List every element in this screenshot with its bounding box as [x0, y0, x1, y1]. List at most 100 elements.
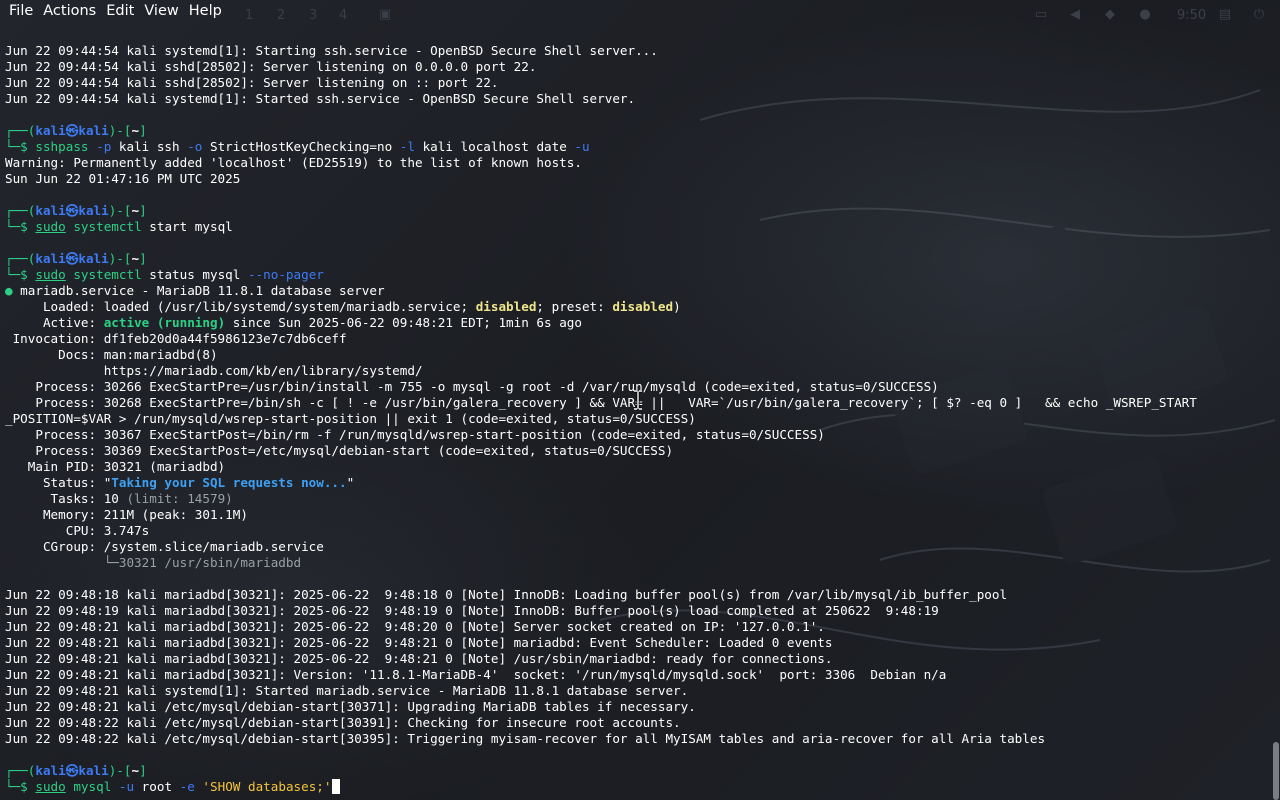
- terminal-text: ┌──(: [5, 123, 36, 138]
- menu-help[interactable]: Help: [184, 0, 227, 22]
- terminal-text: ": [346, 475, 355, 490]
- terminal-text: disabled: [612, 299, 674, 314]
- terminal-text: Jun 22 09:44:54 kali systemd[1]: Started…: [5, 91, 636, 106]
- terminal-output[interactable]: Jun 22 09:44:54 kali systemd[1]: Startin…: [5, 43, 1280, 800]
- workspace-3[interactable]: 3: [309, 8, 317, 23]
- terminal-text: Memory: 211M (peak: 301.1M): [5, 507, 248, 522]
- terminal-text: -p: [88, 139, 112, 154]
- terminal-task-icon[interactable]: ▣: [378, 8, 392, 22]
- terminal-text: Process: 30268 ExecStartPre=/bin/sh -c […: [5, 395, 1197, 410]
- mouse-ibeam-cursor-icon: [634, 390, 642, 410]
- workspace-1[interactable]: 1: [245, 8, 253, 23]
- terminal-text: systemctl: [65, 267, 142, 282]
- terminal-text: status mysql: [141, 267, 241, 282]
- terminal-text: -e: [172, 779, 195, 794]
- terminal-text: ; preset:: [536, 299, 613, 314]
- terminal-line: Jun 22 09:48:18 kali mariadbd[30321]: 20…: [5, 587, 1280, 603]
- notification-bell-icon[interactable]: ◆: [1103, 8, 1117, 22]
- terminal-line: └─$ sudo systemctl status mysql --no-pag…: [5, 267, 1280, 283]
- terminal-line: Jun 22 09:48:21 kali mariadbd[30321]: 20…: [5, 635, 1280, 651]
- terminal-line: └─$ sudo systemctl start mysql: [5, 219, 1280, 235]
- terminal-line: Jun 22 09:48:22 kali /etc/mysql/debian-s…: [5, 731, 1280, 747]
- terminal-text: Jun 22 09:48:21 kali mariadbd[30321]: 20…: [5, 635, 833, 650]
- terminal-line: Process: 30369 ExecStartPost=/etc/mysql/…: [5, 443, 1280, 459]
- terminal-text: StrictHostKeyChecking=no: [202, 139, 393, 154]
- terminal-line: CGroup: /system.slice/mariadb.service: [5, 539, 1280, 555]
- terminal-text: Jun 22 09:48:21 kali /etc/mysql/debian-s…: [5, 699, 696, 714]
- terminal-text: --no-pager: [240, 267, 324, 282]
- menu-file[interactable]: File: [4, 0, 38, 22]
- terminal-text: ~: [131, 763, 140, 778]
- terminal-text: _POSITION=$VAR > /run/mysqld/wsrep-start…: [5, 411, 696, 426]
- terminal-line: Tasks: 10 (limit: 14579): [5, 491, 1280, 507]
- terminal-text: ┌──(: [5, 251, 36, 266]
- terminal-line: https://mariadb.com/kb/en/library/system…: [5, 363, 1280, 379]
- volume-icon[interactable]: ◀: [1068, 8, 1082, 22]
- terminal-text: Jun 22 09:48:22 kali /etc/mysql/debian-s…: [5, 731, 1046, 746]
- display-icon[interactable]: ▭: [1034, 8, 1048, 22]
- menu-edit[interactable]: Edit: [101, 0, 139, 22]
- terminal-text: -o: [179, 139, 203, 154]
- workspace-2[interactable]: 2: [277, 8, 285, 23]
- terminal-text: Process: 30266 ExecStartPre=/usr/bin/ins…: [5, 379, 939, 394]
- terminal-text: Jun 22 09:48:21 kali mariadbd[30321]: 20…: [5, 651, 833, 666]
- terminal-text: kali localhost date: [414, 139, 567, 154]
- power-icon[interactable]: ⏻: [1252, 8, 1266, 22]
- terminal-line: Jun 22 09:48:21 kali mariadbd[30321]: 20…: [5, 619, 1280, 635]
- terminal-text: Process: 30369 ExecStartPost=/etc/mysql/…: [5, 443, 674, 458]
- terminal-text: ~: [131, 203, 140, 218]
- terminal-text: mariadb.service - MariaDB 11.8.1 databas…: [12, 283, 385, 298]
- terminal-text: ]: [139, 763, 147, 778]
- terminal-text: └─$: [5, 267, 36, 282]
- terminal-line: Jun 22 09:44:54 kali systemd[1]: Startin…: [5, 43, 1280, 59]
- terminal-line: Jun 22 09:44:54 kali sshd[28502]: Server…: [5, 75, 1280, 91]
- terminal-line: Docs: man:mariadbd(8): [5, 347, 1280, 363]
- text-cursor: [331, 779, 340, 794]
- terminal-text: start mysql: [141, 219, 233, 234]
- terminal-text: Jun 22 09:44:54 kali sshd[28502]: Server…: [5, 75, 499, 90]
- terminal-line: Jun 22 09:48:22 kali /etc/mysql/debian-s…: [5, 715, 1280, 731]
- terminal-text: Jun 22 09:48:21 kali mariadbd[30321]: 20…: [5, 619, 825, 634]
- terminal-text: ]: [139, 203, 147, 218]
- terminal-text: Warning: Permanently added 'localhost' (…: [5, 155, 582, 170]
- terminal-line: Active: active (running) since Sun 2025-…: [5, 315, 1280, 331]
- terminal-line: _POSITION=$VAR > /run/mysqld/wsrep-start…: [5, 411, 1280, 427]
- menu-actions[interactable]: Actions: [38, 0, 101, 22]
- terminal-scrollbar[interactable]: [1273, 742, 1279, 800]
- terminal-text: ): [673, 299, 681, 314]
- terminal-line: ┌──(kali㉿kali)-[~]: [5, 763, 1280, 779]
- terminal-text: kali ssh: [111, 139, 180, 154]
- terminal-text: └─$: [5, 139, 36, 154]
- terminal-text: )-[: [108, 203, 132, 218]
- terminal-text: ~: [131, 251, 140, 266]
- terminal-text: CPU: 3.747s: [5, 523, 150, 538]
- terminal-text: since Sun 2025-06-22 09:48:21 EDT; 1min …: [225, 315, 582, 330]
- terminal-text: Invocation: df1feb20d0a44f5986123e7c7db6…: [5, 331, 347, 346]
- terminal-text: Status: ": [5, 475, 112, 490]
- terminal-line: ┌──(kali㉿kali)-[~]: [5, 251, 1280, 267]
- terminal-text: kali㉿kali: [35, 251, 109, 266]
- terminal-text: 'SHOW databases;': [194, 779, 332, 794]
- terminal-text: -l: [392, 139, 415, 154]
- terminal-line: Jun 22 09:48:21 kali mariadbd[30321]: Ve…: [5, 667, 1280, 683]
- terminal-text: mysql: [65, 779, 112, 794]
- terminal-text: Jun 22 09:48:19 kali mariadbd[30321]: 20…: [5, 603, 939, 618]
- workspace-4[interactable]: 4: [339, 8, 347, 23]
- terminal-line: Memory: 211M (peak: 301.1M): [5, 507, 1280, 523]
- terminal-text: sshpass: [35, 139, 89, 154]
- terminal-text: systemctl: [65, 219, 142, 234]
- terminal-line: Jun 22 09:48:21 kali systemd[1]: Started…: [5, 683, 1280, 699]
- panel-clock[interactable]: 9:50: [1177, 8, 1206, 23]
- lock-icon[interactable]: ▤: [1218, 8, 1232, 22]
- network-icon[interactable]: ●: [1138, 8, 1152, 22]
- menu-view[interactable]: View: [139, 0, 183, 22]
- terminal-text: Active:: [5, 315, 104, 330]
- terminal-line: Jun 22 09:44:54 kali systemd[1]: Started…: [5, 91, 1280, 107]
- terminal-text: ┌──(: [5, 203, 36, 218]
- terminal-line: Jun 22 09:48:21 kali mariadbd[30321]: 20…: [5, 651, 1280, 667]
- terminal-text: Loaded: loaded (/usr/lib/systemd/system/…: [5, 299, 476, 314]
